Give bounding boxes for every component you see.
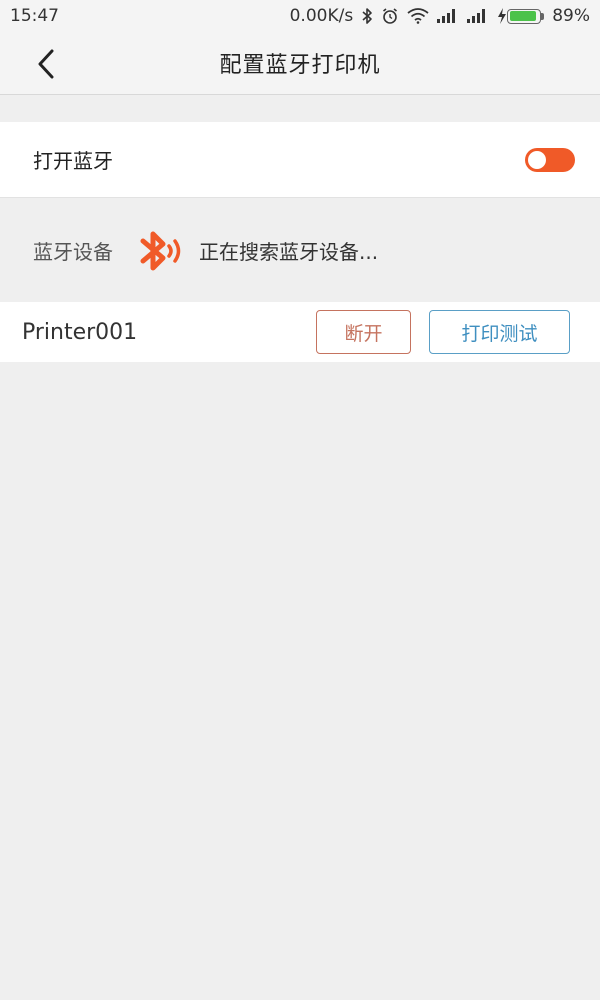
status-bar: 15:47 0.00K/s 89%: [0, 0, 600, 32]
battery-percent: 89%: [552, 6, 590, 26]
battery-icon: [497, 8, 545, 24]
bluetooth-icon: [361, 7, 373, 25]
net-speed: 0.00K/s: [289, 6, 354, 26]
disconnect-button[interactable]: 断开: [316, 310, 411, 354]
page-title: 配置蓝牙打印机: [219, 53, 381, 78]
signal-icon: [437, 9, 459, 23]
bluetooth-toggle-switch[interactable]: [525, 147, 575, 172]
alarm-icon: [381, 7, 399, 25]
back-button[interactable]: [26, 44, 66, 84]
list-item: Printer001 断开 打印测试: [0, 302, 600, 362]
printer-actions: 断开 打印测试: [316, 310, 570, 354]
chevron-left-icon: [38, 49, 54, 79]
printer-name: Printer001: [22, 319, 138, 345]
status-time: 15:47: [10, 6, 59, 26]
print-test-button[interactable]: 打印测试: [429, 310, 570, 354]
bluetooth-toggle-row: 打开蓝牙: [0, 122, 600, 198]
wifi-icon: [407, 8, 429, 24]
bluetooth-toggle-label: 打开蓝牙: [33, 149, 113, 173]
bluetooth-searching-icon: [137, 228, 185, 274]
title-bar: 配置蓝牙打印机: [0, 32, 600, 95]
charging-icon: [498, 8, 507, 24]
bluetooth-devices-header: 蓝牙设备 正在搜索蓝牙设备...: [0, 199, 600, 302]
signal-icon: [467, 9, 489, 23]
devices-label: 蓝牙设备: [33, 240, 113, 264]
status-icons: 0.00K/s 89%: [290, 6, 590, 26]
toggle-knob: [528, 150, 546, 169]
searching-status: 正在搜索蓝牙设备...: [199, 240, 379, 264]
